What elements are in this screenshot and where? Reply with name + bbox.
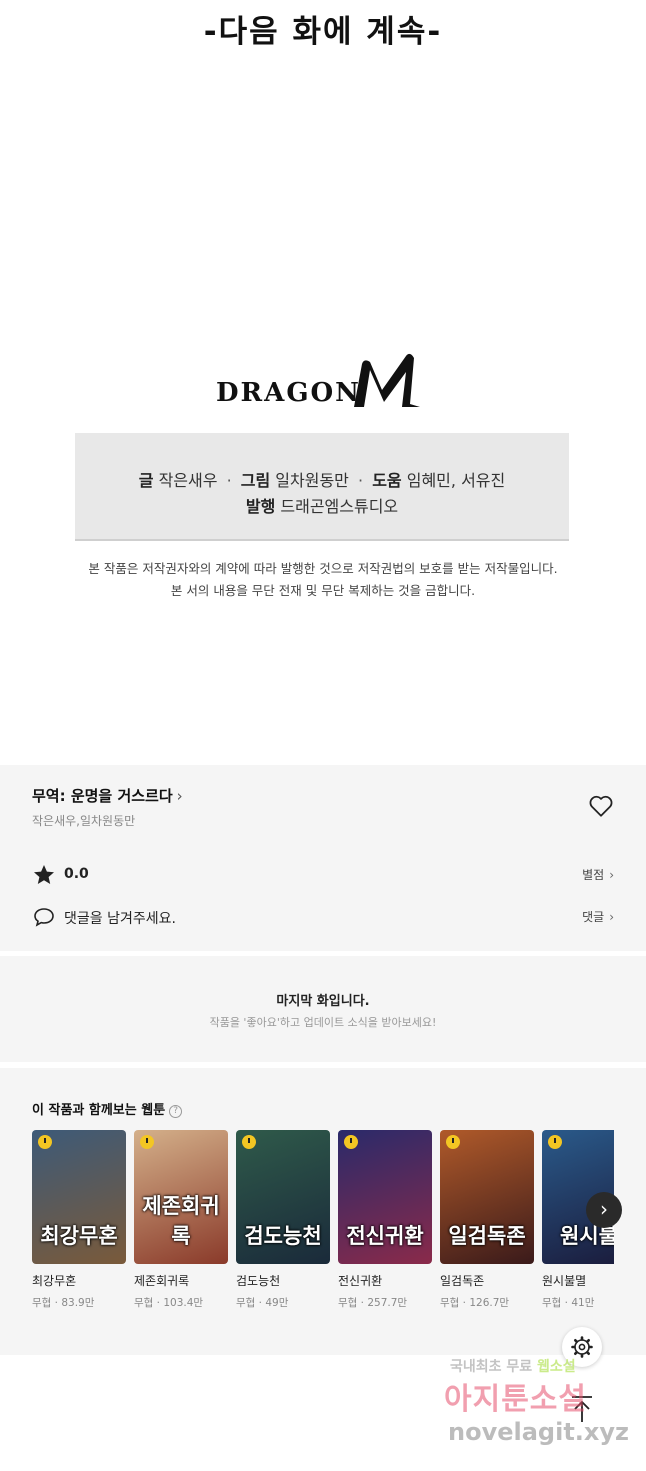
last-episode-panel: 마지막 화입니다. 작품을 '좋아요'하고 업데이트 소식을 받아보세요! [0,956,646,1062]
card-title[interactable]: 일검독존 [440,1272,534,1289]
cover-thumbnail[interactable]: 검도능천 [236,1130,330,1264]
watermark-line-3: novelagit.xyz [448,1418,630,1446]
card-meta: 무협 · 41만 [542,1297,595,1309]
card-title[interactable]: 최강무혼 [32,1272,126,1289]
series-info-panel: 무역: 운명을 거스르다 › 작은새우,일차원동만 0.0 별점 › 댓글을 남겨주… [0,765,646,951]
chevron-right-icon: › [609,910,614,924]
clock-badge-icon [242,1135,256,1149]
heart-icon[interactable] [588,794,614,818]
to-be-continued-text: -다음 화에 계속- [203,14,443,50]
last-episode-subtitle: 작품을 '좋아요'하고 업데이트 소식을 받아보세요! [209,1016,437,1029]
writer-name: 작은새우 [158,471,218,490]
card-title[interactable]: 검도능천 [236,1272,330,1289]
rate-button[interactable]: 별점 › [582,866,614,883]
clock-badge-icon [344,1135,358,1149]
rating-row: 0.0 별점 › [32,863,614,887]
watermark: 국내최초 무료 웹소설 아지툰소설 novelagit.xyz [428,1356,638,1456]
credits-line-creators: 글 작은새우 · 그림 일차원동만 · 도움 임혜민, 서유진 [138,471,506,490]
comments-button[interactable]: 댓글 › [582,908,614,925]
recommendation-carousel: 최강무혼 최강무혼 무협 · 83.9만 제존회귀록 제존회귀록 무협 · 103.4만 검… [32,1130,614,1320]
publisher-logo: DRAGON [216,352,428,412]
copyright-line-1: 본 작품은 저작권자와의 계약에 따라 발행한 것으로 저작권법의 보호를 받는… [88,561,558,576]
rating-value: 0.0 [64,866,89,882]
last-episode-title: 마지막 화입니다. [276,994,370,1009]
series-title-link[interactable]: 무역: 운명을 거스르다 › [32,785,183,806]
cover-thumbnail[interactable]: 전신귀환 [338,1130,432,1264]
recommendations-title-text: 이 작품과 함께보는 웹툰 [32,1103,166,1118]
clock-badge-icon [548,1135,562,1149]
recommendation-card[interactable]: 최강무혼 최강무혼 무협 · 83.9만 [32,1130,126,1310]
cover-thumbnail[interactable]: 제존회귀록 [134,1130,228,1264]
clock-badge-icon [446,1135,460,1149]
card-meta: 무협 · 126.7만 [440,1297,510,1309]
assist-names: 임혜민, 서유진 [406,471,506,490]
carousel-next-button[interactable]: › [586,1192,622,1228]
comment-row[interactable]: 댓글을 남겨주세요. 댓글 › [32,905,614,929]
assist-label: 도움 [372,471,402,490]
logo-text: DRAGON [216,378,361,408]
watermark-line-2: 아지툰소설 [444,1382,587,1417]
copyright-line-2: 본 서의 내용을 무단 전재 및 무단 복제하는 것을 금합니다. [170,583,476,598]
star-icon [34,865,54,884]
cover-title-art: 최강무혼 [40,1223,118,1248]
clock-badge-icon [140,1135,154,1149]
publisher-name: 드래곤엠스튜디오 [280,497,399,516]
comic-end-area: -다음 화에 계속- DRAGON 글 작은새우 · 그림 일차원동만 · 도움… [0,0,646,765]
chevron-right-icon: › [609,868,614,882]
credits-box: 글 작은새우 · 그림 일차원동만 · 도움 임혜민, 서유진 발행 드래곤엠스… [75,433,569,541]
recommendations-panel: 이 작품과 함께보는 웹툰? 최강무혼 최강무혼 무협 · 83.9만 제존회귀록 제존… [0,1068,646,1355]
cover-title-art: 검도능천 [244,1223,322,1248]
rate-label: 별점 [582,868,605,882]
cover-thumbnail[interactable]: 최강무혼 [32,1130,126,1264]
card-title[interactable]: 전신귀환 [338,1272,432,1289]
cover-thumbnail[interactable]: 일검독존 [440,1130,534,1264]
watermark-line-1: 국내최초 무료 웹소설 [450,1359,576,1375]
card-meta: 무협 · 257.7만 [338,1297,408,1309]
help-icon[interactable]: ? [169,1105,183,1118]
speech-bubble-icon [34,908,54,927]
cover-title-art: 일검독존 [448,1223,526,1248]
card-meta: 무협 · 103.4만 [134,1297,204,1309]
recommendation-card[interactable]: 제존회귀록 제존회귀록 무협 · 103.4만 [134,1130,228,1310]
comments-label: 댓글 [582,910,605,924]
card-title[interactable]: 제존회귀록 [134,1272,228,1289]
comment-prompt: 댓글을 남겨주세요. [64,911,176,927]
card-meta: 무협 · 49만 [236,1297,289,1309]
recommendations-title: 이 작품과 함께보는 웹툰? [32,1099,183,1118]
series-title: 무역: 운명을 거스르다 [32,787,173,805]
cover-title-art: 제존회귀록 [142,1193,220,1248]
art-label: 그림 [240,471,271,490]
cover-title-art: 전신귀환 [346,1223,424,1248]
chevron-right-icon: › [176,787,183,805]
publisher-label: 발행 [245,497,276,516]
logo-m-mark [354,353,420,407]
clock-badge-icon [38,1135,52,1149]
card-meta: 무협 · 83.9만 [32,1297,95,1309]
credits-line-publisher: 발행 드래곤엠스튜디오 [75,493,569,517]
series-authors: 작은새우,일차원동만 [32,814,136,828]
recommendation-card[interactable]: 일검독존 일검독존 무협 · 126.7만 [440,1130,534,1310]
art-name: 일차원동만 [275,471,349,490]
writer-label: 글 [138,471,154,490]
card-title[interactable]: 원시불멸 [542,1272,614,1289]
recommendation-card[interactable]: 전신귀환 전신귀환 무협 · 257.7만 [338,1130,432,1310]
recommendation-card[interactable]: 검도능천 검도능천 무협 · 49만 [236,1130,330,1310]
